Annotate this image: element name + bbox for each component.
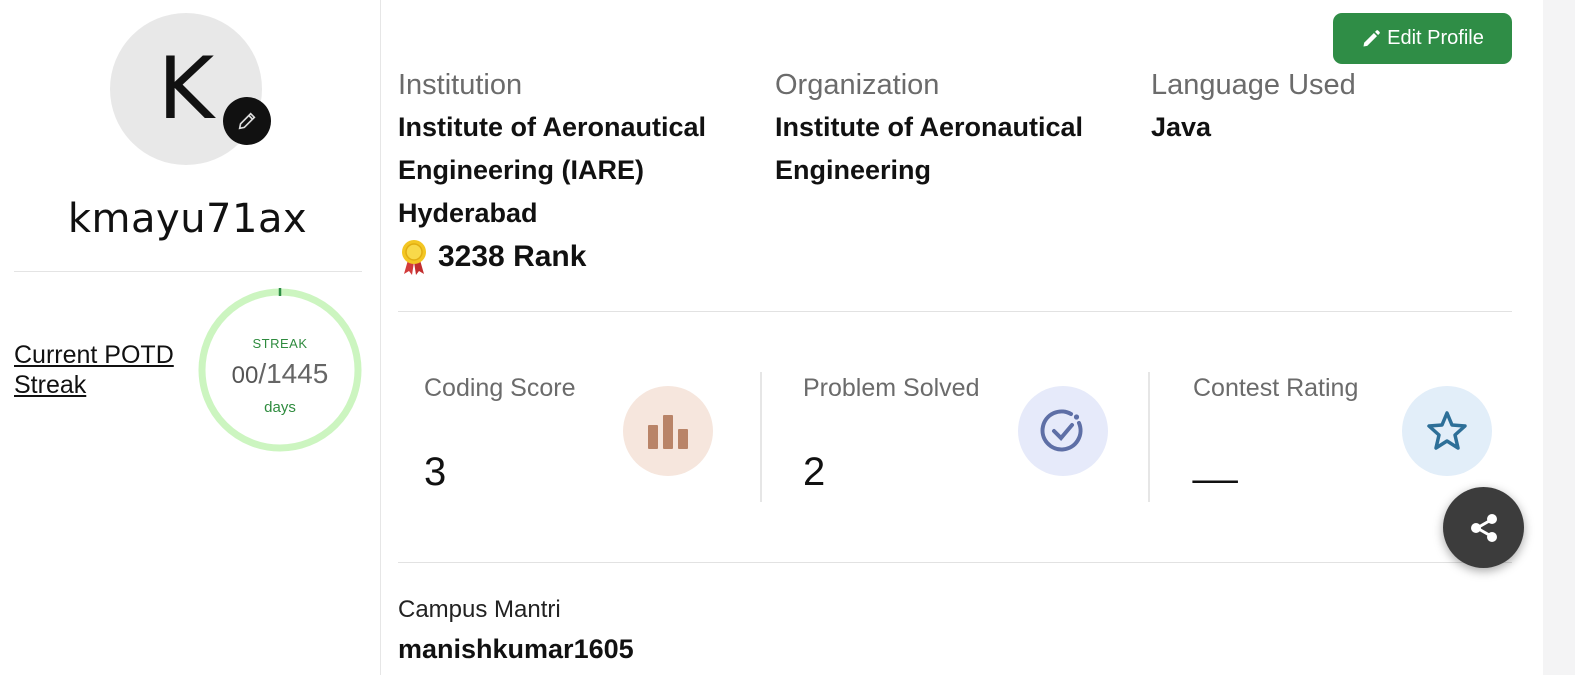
language-block: Language Used Java — [1151, 68, 1491, 149]
streak-count: 00/1445 — [196, 358, 364, 390]
share-button[interactable] — [1443, 487, 1524, 568]
potd-streak-link[interactable]: Current POTD Streak — [14, 340, 199, 400]
contest-rating-label: Contest Rating — [1193, 374, 1359, 402]
bar-chart-icon — [648, 415, 688, 449]
rank-text: 3238 Rank — [438, 240, 587, 273]
divider — [398, 311, 1512, 312]
institution-label: Institution — [398, 69, 523, 101]
organization-value: Institute of Aeronautical Engineering — [775, 112, 1084, 185]
language-value: Java — [1151, 112, 1212, 142]
divider — [14, 271, 362, 272]
institution-value: Institute of Aeronautical Engineering (I… — [398, 112, 707, 228]
check-circle-icon — [1040, 409, 1083, 452]
avatar-initial: K — [157, 39, 215, 139]
pencil-icon — [238, 112, 256, 130]
problems-solved-value: 2 — [803, 450, 826, 494]
divider — [1148, 372, 1150, 502]
coding-score-icon-badge — [623, 386, 713, 476]
divider — [760, 372, 762, 502]
streak-current: 00 — [231, 362, 259, 389]
streak-separator: / — [258, 358, 267, 389]
username: kmayu71ax — [67, 196, 308, 242]
institution-block: Institution Institute of Aeronautical En… — [398, 68, 738, 235]
streak-best: 1445 — [266, 358, 329, 389]
medal-icon — [402, 240, 426, 275]
problems-solved-label: Problem Solved — [803, 374, 980, 402]
star-icon — [1427, 411, 1467, 450]
campus-mantri-label: Campus Mantri — [398, 596, 561, 623]
organization-label: Organization — [775, 69, 940, 101]
contest-rating-value: __ — [1193, 440, 1238, 484]
rank: 3238 Rank — [398, 238, 586, 276]
campus-mantri-value: manishkumar1605 — [398, 634, 634, 664]
contest-rating-card: Contest Rating __ — [1193, 372, 1503, 502]
edit-profile-label: Edit Profile — [1387, 27, 1484, 49]
divider — [398, 562, 1512, 563]
streak-counter: STREAK 00/1445 days — [196, 286, 364, 454]
streak-unit: days — [264, 399, 296, 416]
profile-sidebar: K kmayu71ax Current POTD Streak STREAK 0… — [0, 0, 381, 675]
coding-score-label: Coding Score — [424, 374, 576, 402]
avatar-edit-button[interactable] — [223, 97, 271, 145]
language-label: Language Used — [1151, 69, 1356, 101]
streak-label: STREAK — [252, 336, 308, 351]
coding-score-card: Coding Score 3 — [424, 372, 714, 502]
problems-icon-badge — [1018, 386, 1108, 476]
page-bottom — [0, 675, 1575, 699]
edit-profile-button[interactable]: Edit Profile — [1333, 13, 1512, 64]
share-icon — [1470, 513, 1497, 542]
coding-score-value: 3 — [424, 450, 447, 494]
pencil-icon — [1363, 29, 1381, 46]
organization-block: Organization Institute of Aeronautical E… — [775, 68, 1115, 192]
contest-icon-badge — [1402, 386, 1492, 476]
right-gutter — [1543, 0, 1575, 699]
problems-solved-card: Problem Solved 2 — [803, 372, 1113, 502]
